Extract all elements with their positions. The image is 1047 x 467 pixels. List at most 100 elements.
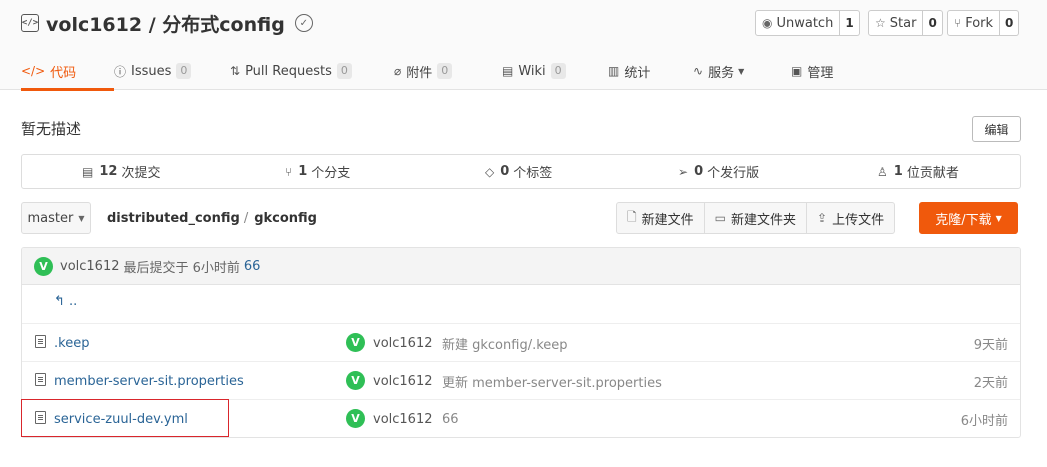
commit-author[interactable]: volc1612	[373, 324, 433, 362]
last-commit-time: 最后提交于 6小时前	[123, 260, 240, 276]
unwatch-button[interactable]: ◉ Unwatch	[755, 10, 841, 36]
chevron-down-icon: ▼	[78, 213, 85, 223]
pulse-icon: ∿	[693, 64, 704, 78]
file-name-link[interactable]: .keep	[54, 324, 89, 362]
commit-time: 2天前	[973, 375, 1008, 391]
repo-title-bar: </> volc1612 / 分布式config ✓	[21, 9, 313, 37]
table-row: service-zuul-dev.yml V volc1612 66 6小时前	[22, 400, 1020, 437]
commit-author[interactable]: volc1612	[373, 362, 433, 400]
send-icon: ➢	[678, 164, 689, 179]
eye-icon: ◉	[762, 16, 773, 30]
star-button[interactable]: ☆ Star	[868, 10, 924, 36]
stat-commits[interactable]: ▤ 12 次提交	[82, 155, 160, 188]
tab-code[interactable]: </> 代码	[21, 52, 114, 91]
commit-message-link[interactable]: 66	[442, 400, 459, 437]
tab-attachments[interactable]: ⌀ 附件 0	[394, 52, 502, 90]
file-list: V volc1612 最后提交于 6小时前 66 ↰ .. .keep V vo…	[21, 247, 1021, 438]
commit-time: 9天前	[973, 337, 1008, 353]
book-icon: ▤	[502, 64, 514, 78]
stat-commits-num: 12	[99, 164, 118, 179]
watch-action: ◉ Unwatch 1	[755, 10, 860, 36]
file-action-group: 🗋 新建文件 ▭ 新建文件夹 ⇪ 上传文件	[616, 202, 896, 234]
tab-services[interactable]: ∿ 服务 ▼	[693, 52, 791, 90]
tab-pull-requests[interactable]: ⇅ Pull Requests 0	[230, 52, 394, 90]
stat-commits-label: 次提交	[121, 166, 161, 181]
unwatch-label: Unwatch	[776, 15, 834, 31]
file-icon	[35, 411, 46, 424]
table-row: member-server-sit.properties V volc1612 …	[22, 362, 1020, 400]
commit-time: 6小时前	[960, 413, 1008, 429]
tab-issues-label: Issues	[131, 63, 172, 79]
fork-action: ⑂ Fork 0	[947, 10, 1020, 36]
tab-issues[interactable]: ⓘ Issues 0	[114, 52, 230, 90]
commit-author[interactable]: volc1612	[373, 400, 433, 437]
new-file-button[interactable]: 🗋 新建文件	[617, 203, 705, 233]
fork-button[interactable]: ⑂ Fork	[947, 10, 1001, 36]
avatar[interactable]: V	[346, 371, 365, 390]
watch-count[interactable]: 1	[840, 10, 860, 36]
tab-wiki-count: 0	[550, 63, 566, 79]
repo-title[interactable]: volc1612 / 分布式config	[46, 10, 285, 37]
stat-branches-label: 个分支	[311, 166, 351, 181]
pull-request-icon: ⇅	[230, 64, 241, 78]
avatar[interactable]: V	[34, 256, 53, 276]
issue-icon: ⓘ	[114, 64, 127, 79]
stat-releases[interactable]: ➢ 0 个发行版	[678, 155, 759, 188]
breadcrumb-root[interactable]: distributed_config	[107, 211, 240, 226]
stat-contributors[interactable]: ♙ 1 位贡献者	[877, 155, 959, 188]
new-folder-label: 新建文件夹	[731, 212, 797, 228]
tab-wiki-label: Wiki	[518, 63, 546, 79]
last-commit-bar: V volc1612 最后提交于 6小时前 66	[22, 248, 1020, 285]
stat-branches[interactable]: ⑂ 1 个分支	[285, 155, 350, 188]
tab-services-label: 服务	[708, 65, 735, 81]
back-arrow-icon[interactable]: ↰ ..	[54, 294, 77, 309]
recommend-badge-icon: ✓	[294, 14, 313, 32]
stat-tags[interactable]: ◇ 0 个标签	[485, 155, 552, 188]
star-icon: ☆	[875, 16, 886, 30]
fork-label: Fork	[965, 15, 994, 31]
tab-attachments-count: 0	[437, 63, 453, 79]
avatar[interactable]: V	[346, 333, 365, 352]
fork-icon: ⑂	[954, 16, 962, 30]
settings-doc-icon: ▣	[791, 64, 803, 78]
last-commit-author[interactable]: volc1612	[60, 259, 120, 274]
star-count[interactable]: 0	[923, 10, 943, 36]
repo-tabs: </> 代码 ⓘ Issues 0 ⇅ Pull Requests 0 ⌀ 附件…	[21, 52, 851, 91]
breadcrumb: distributed_config / gkconfig	[107, 202, 317, 234]
file-icon	[35, 335, 46, 348]
parent-dir-row[interactable]: ↰ ..	[22, 286, 1020, 324]
last-commit-message[interactable]: 66	[244, 259, 261, 274]
bar-chart-icon: ▥	[608, 64, 620, 78]
file-name-link[interactable]: member-server-sit.properties	[54, 362, 244, 400]
tag-icon: ◇	[485, 164, 495, 179]
upload-file-label: 上传文件	[832, 212, 885, 228]
repo-description: 暂无描述	[21, 120, 82, 138]
branch-icon: ⑂	[285, 164, 293, 179]
upload-icon: ⇪	[817, 211, 828, 225]
file-icon	[35, 373, 46, 386]
new-file-icon: 🗋	[627, 209, 637, 224]
tab-wiki[interactable]: ▤ Wiki 0	[502, 52, 608, 90]
clone-download-button[interactable]: 克隆/下载 ▼	[919, 202, 1018, 234]
parent-dir-label: ..	[69, 294, 78, 309]
tab-stats[interactable]: ▥ 统计	[608, 52, 693, 90]
branch-select[interactable]: master ▼	[21, 202, 91, 234]
file-name-link[interactable]: service-zuul-dev.yml	[54, 400, 188, 437]
code-icon: </>	[21, 14, 39, 32]
commit-message-link[interactable]: 新建 gkconfig/.keep	[442, 324, 568, 362]
new-folder-button[interactable]: ▭ 新建文件夹	[705, 203, 808, 233]
stat-branches-num: 1	[298, 164, 308, 179]
branch-toolbar: master ▼ distributed_config / gkconfig 🗋…	[21, 202, 1021, 234]
avatar[interactable]: V	[346, 409, 365, 428]
tab-pull-requests-label: Pull Requests	[245, 63, 332, 79]
repo-stats-bar: ▤ 12 次提交 ⑂ 1 个分支 ◇ 0 个标签 ➢ 0 个发行版 ♙ 1 位贡…	[21, 154, 1021, 189]
tab-admin[interactable]: ▣ 管理	[791, 52, 851, 90]
new-file-label: 新建文件	[641, 212, 694, 228]
chevron-down-icon: ▼	[995, 213, 1002, 223]
fork-count[interactable]: 0	[1000, 10, 1020, 36]
stat-tags-num: 0	[500, 164, 510, 179]
upload-file-button[interactable]: ⇪ 上传文件	[807, 203, 894, 233]
breadcrumb-separator: /	[243, 210, 249, 226]
commit-message-link[interactable]: 更新 member-server-sit.properties	[442, 362, 662, 400]
edit-description-button[interactable]: 编辑	[972, 116, 1021, 142]
